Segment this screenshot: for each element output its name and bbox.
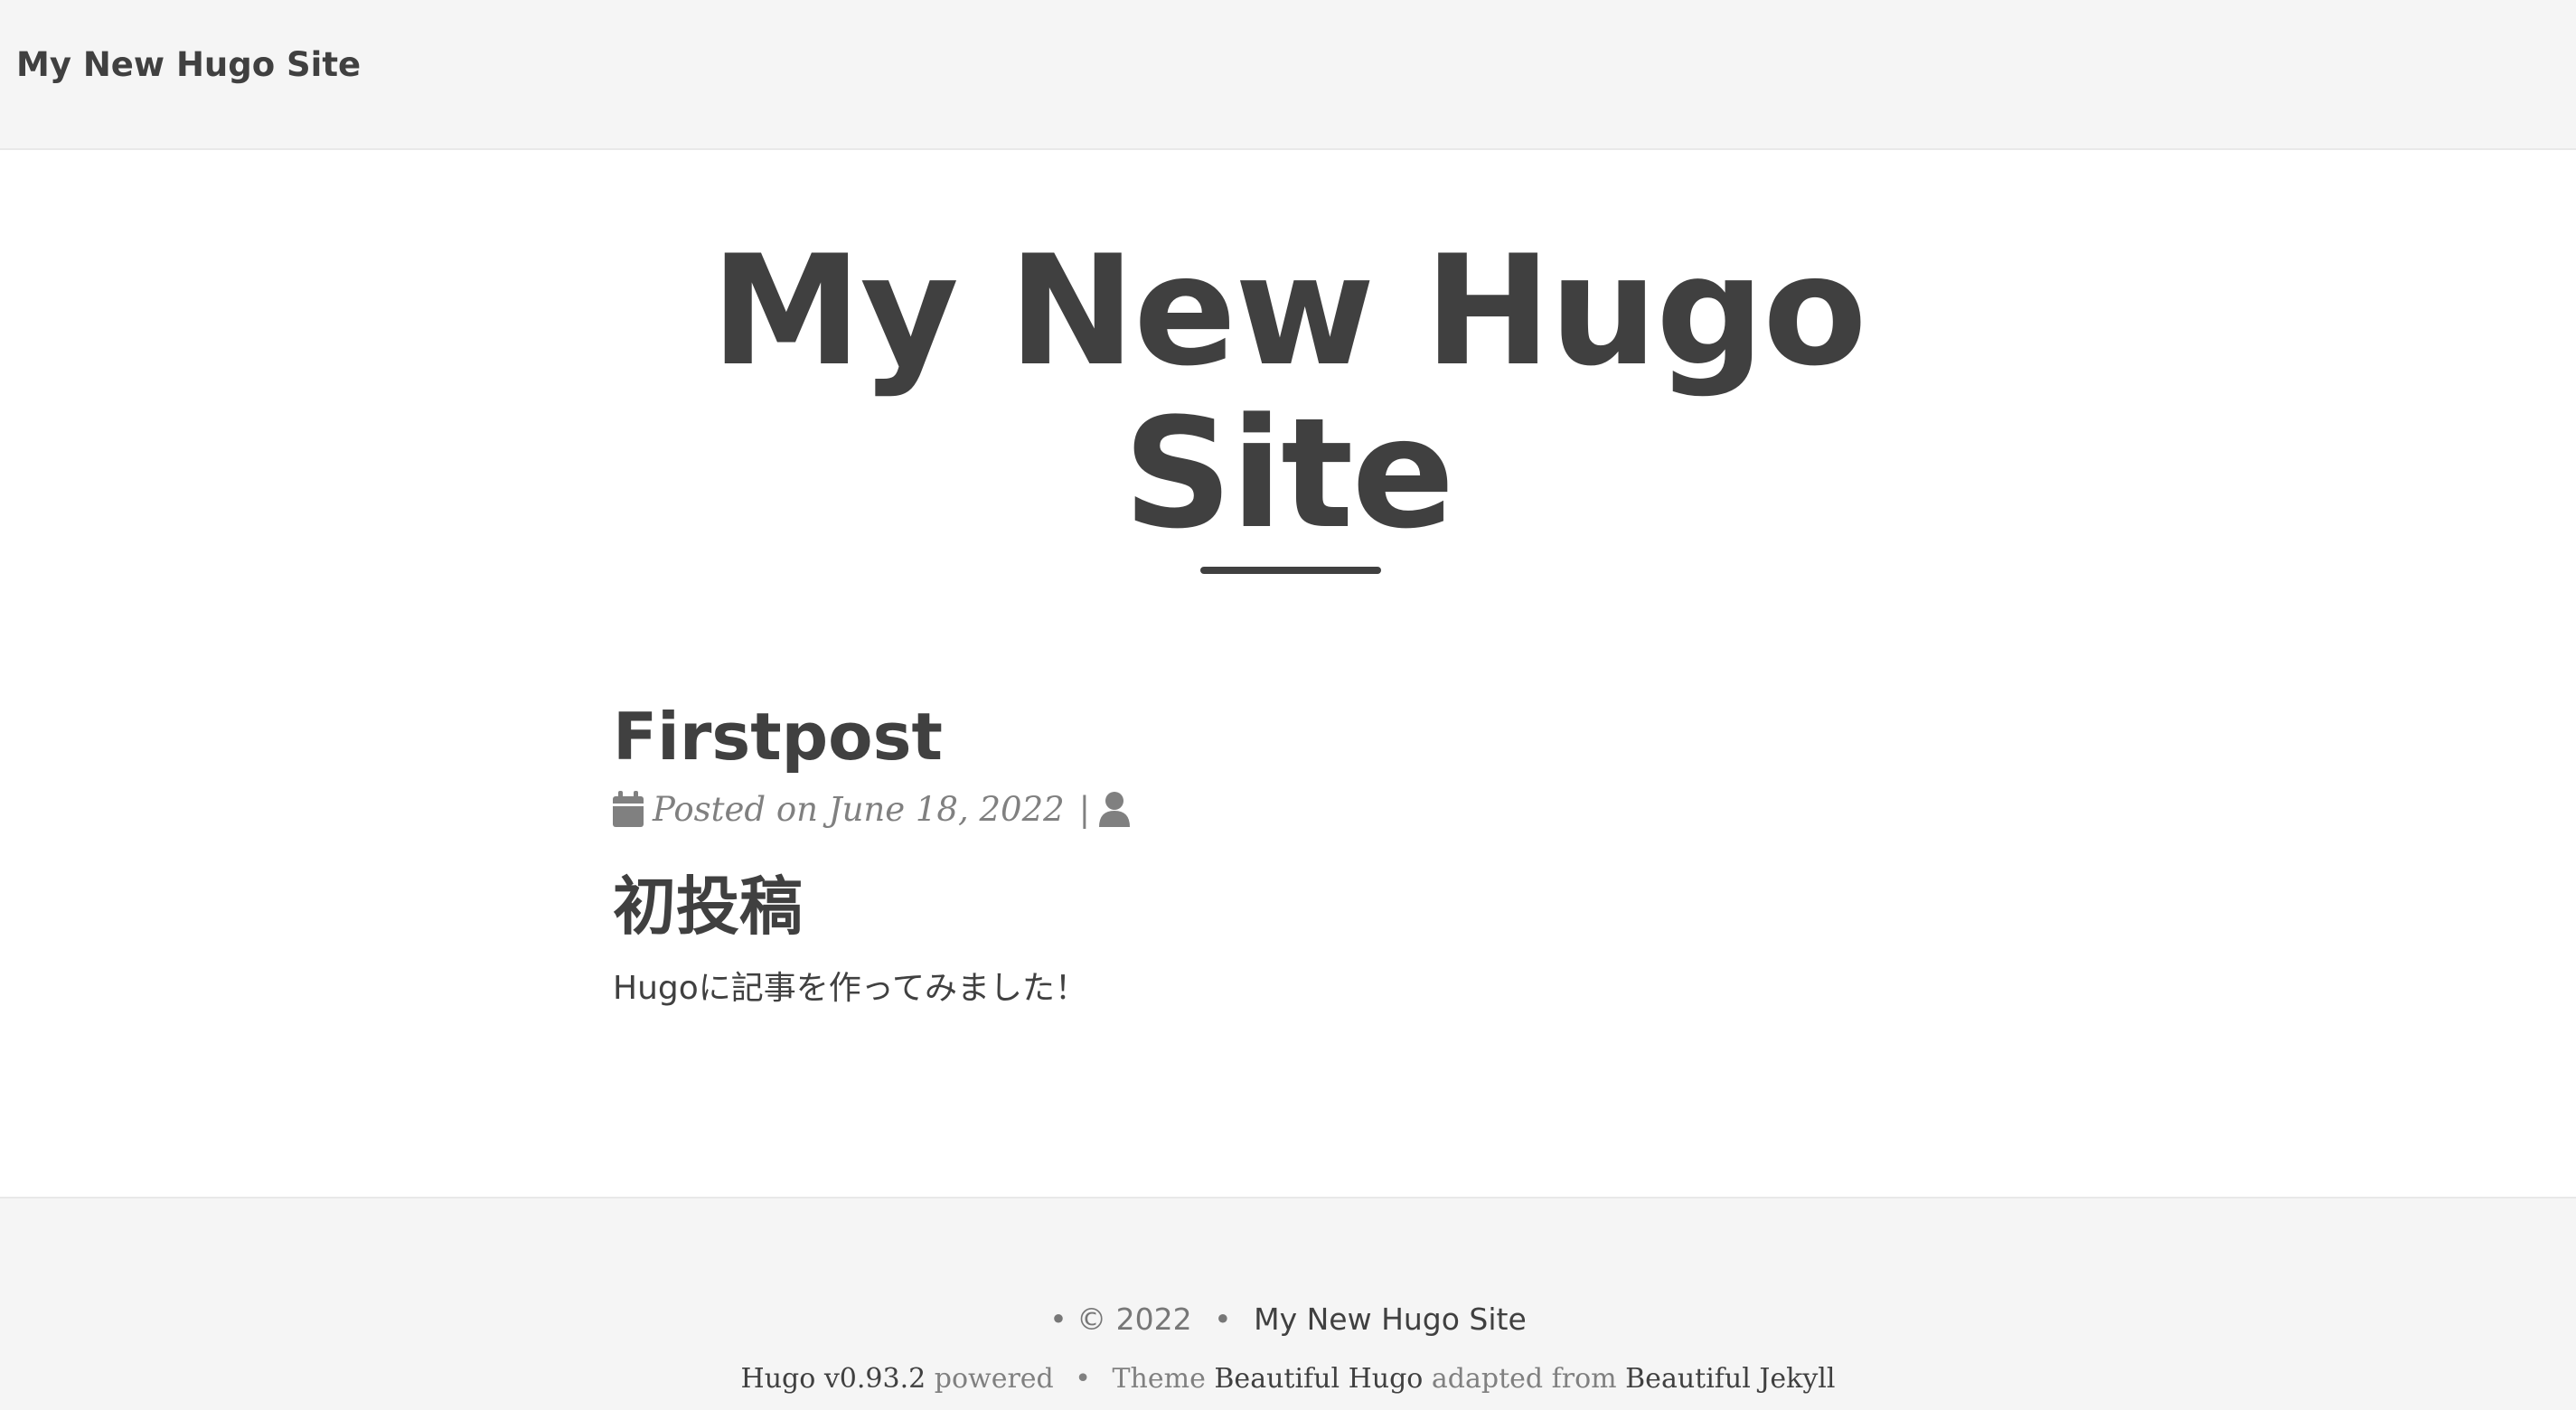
- post-meta: Posted on June 18, 2022 |: [613, 786, 1969, 832]
- post-title-link[interactable]: Firstpost: [613, 696, 1969, 777]
- calendar-icon: [613, 791, 644, 827]
- footer: • © 2022 • My New Hugo Site Hugo v0.93.2…: [0, 1197, 2576, 1410]
- jekyll-link[interactable]: Beautiful Jekyll: [1625, 1363, 1835, 1395]
- meta-separator: |: [1078, 789, 1091, 829]
- copyright-text: • © 2022: [1049, 1302, 1192, 1337]
- page-title: My New Hugo Site: [710, 222, 1866, 562]
- footer-bullet: •: [1214, 1302, 1232, 1337]
- navbar: My New Hugo Site: [0, 0, 2576, 150]
- powered-text: powered: [934, 1363, 1054, 1395]
- footer-powered-by: Hugo v0.93.2 powered • Theme Beautiful H…: [0, 1363, 2576, 1395]
- hugo-link[interactable]: Hugo v0.93.2: [741, 1363, 926, 1395]
- footer-copyright: • © 2022 • My New Hugo Site: [0, 1302, 2576, 1337]
- footer-bullet-2: •: [1075, 1363, 1091, 1395]
- site-brand-link[interactable]: My New Hugo Site: [16, 45, 361, 84]
- title-divider: [1200, 567, 1381, 574]
- post-date: Posted on June 18, 2022: [653, 789, 1065, 829]
- theme-text: Theme: [1112, 1363, 1206, 1395]
- adapted-text: adapted from: [1431, 1363, 1617, 1395]
- post-preview: Firstpost Posted on June 18, 2022 | 初投稿 …: [613, 696, 1969, 1009]
- post-excerpt: Hugoに記事を作ってみました！: [613, 970, 1087, 1007]
- theme-link[interactable]: Beautiful Hugo: [1214, 1363, 1423, 1395]
- footer-site-link[interactable]: My New Hugo Site: [1254, 1302, 1527, 1337]
- post-heading: 初投稿: [613, 870, 803, 944]
- user-icon: [1099, 791, 1131, 827]
